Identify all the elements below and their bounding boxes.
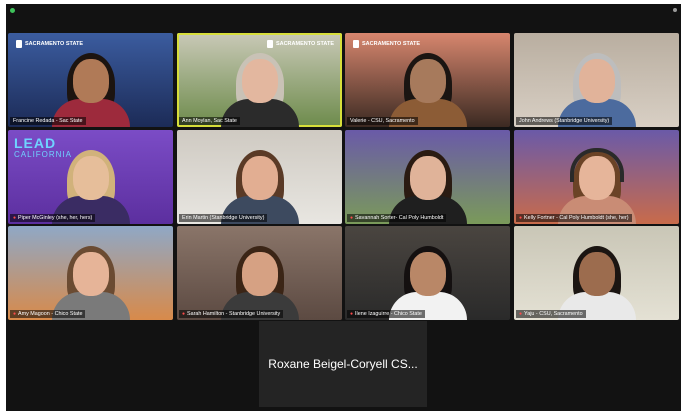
muted-mic-icon: ●	[13, 311, 17, 317]
participant-video	[220, 49, 300, 127]
participant-nameplate: John Andrews (Stanbridge University)	[516, 117, 613, 125]
face-shape	[409, 156, 446, 200]
participant-name: Sarah Hamilton - Stanbridge University	[187, 311, 281, 317]
virtual-background-logo: SACRAMENTO STATE	[16, 40, 83, 48]
participant-video	[388, 146, 468, 224]
face-shape	[241, 156, 278, 200]
participant-tile[interactable]: ● Savannah Sorter- Cal Poly Humboldt	[345, 130, 510, 224]
participant-name: Erin Martin (Stanbridge University)	[182, 215, 265, 221]
logo-text: SACRAMENTO STATE	[362, 41, 421, 47]
participant-name: Roxane Beigel-Coryell CS...	[268, 357, 418, 371]
face-shape	[409, 252, 446, 296]
participant-name: John Andrews (Stanbridge University)	[519, 118, 610, 124]
participant-video	[557, 146, 637, 224]
security-status-icon[interactable]	[10, 8, 15, 13]
participant-nameplate: ● Ilene Izaguirre - Chico State	[347, 310, 425, 318]
participant-video	[220, 146, 300, 224]
participant-name: Valerie - CSU, Sacramento	[350, 118, 415, 124]
participant-tile[interactable]: SACRAMENTO STATE Valerie - CSU, Sacrament…	[345, 33, 510, 127]
participant-tile[interactable]: LEAD CALIFORNIA ● Piper McGinley (she, her,…	[8, 130, 173, 224]
participant-name: Savannah Sorter- Cal Poly Humboldt	[355, 215, 444, 221]
participant-tile[interactable]: ● Ilene Izaguirre - Chico State	[345, 226, 510, 320]
participant-tile[interactable]: Erin Martin (Stanbridge University)	[177, 130, 342, 224]
logo-text: SACRAMENTO STATE	[25, 41, 84, 47]
face-shape	[72, 252, 109, 296]
muted-mic-icon: ●	[350, 311, 354, 317]
participant-tile[interactable]: SACRAMENTO STATE Ann Moylan, Sac State	[177, 33, 342, 127]
participant-video	[557, 49, 637, 127]
face-shape	[241, 252, 278, 296]
gallery-grid: SACRAMENTO STATE Francine Redada - Sac St…	[8, 33, 679, 321]
participant-nameplate: ● Sarah Hamilton - Stanbridge University	[179, 310, 284, 318]
face-shape	[72, 156, 109, 200]
participant-video	[557, 242, 637, 320]
virtual-background-logo: SACRAMENTO STATE	[266, 40, 334, 48]
hornet-logo-icon	[16, 40, 22, 48]
participant-tile[interactable]: John Andrews (Stanbridge University)	[514, 33, 679, 127]
muted-mic-icon: ●	[350, 215, 354, 221]
headphones-icon	[569, 148, 624, 182]
participant-tile[interactable]: ● Yaju - CSU, Sacramento	[514, 226, 679, 320]
participant-tile[interactable]: ● Amy Magoon - Chico State	[8, 226, 173, 320]
muted-mic-icon: ●	[13, 215, 17, 221]
participant-tile-name-only[interactable]: Roxane Beigel-Coryell CS...	[259, 321, 427, 407]
participant-name: Yaju - CSU, Sacramento	[524, 311, 583, 317]
muted-mic-icon: ●	[519, 215, 523, 221]
hornet-logo-icon	[353, 40, 359, 48]
muted-mic-icon: ●	[182, 311, 186, 317]
participant-video	[220, 242, 300, 320]
participant-nameplate: ● Kelly Fortner - Cal Poly Humboldt (she,…	[516, 214, 632, 222]
participant-nameplate: ● Savannah Sorter- Cal Poly Humboldt	[347, 214, 447, 222]
participant-nameplate: Francine Redada - Sac State	[10, 117, 86, 125]
participant-nameplate: Erin Martin (Stanbridge University)	[179, 214, 268, 222]
participant-nameplate: ● Piper McGinley (she, her, hers)	[10, 214, 96, 222]
participant-name: Ann Moylan, Sac State	[182, 118, 237, 124]
face-shape	[241, 59, 278, 103]
participant-nameplate: Ann Moylan, Sac State	[179, 117, 240, 125]
participant-video	[51, 146, 131, 224]
hornet-logo-icon	[266, 40, 273, 48]
participant-tile[interactable]: SACRAMENTO STATE Francine Redada - Sac St…	[8, 33, 173, 127]
participant-nameplate: ● Yaju - CSU, Sacramento	[516, 310, 586, 318]
face-shape	[578, 252, 615, 296]
view-options-icon[interactable]	[673, 8, 677, 12]
face-shape	[578, 59, 615, 103]
face-shape	[409, 59, 446, 103]
participant-name: Amy Magoon - Chico State	[18, 311, 83, 317]
logo-text: SACRAMENTO STATE	[275, 41, 334, 47]
participant-name: Francine Redada - Sac State	[13, 118, 83, 124]
muted-mic-icon: ●	[519, 311, 523, 317]
participant-nameplate: ● Amy Magoon - Chico State	[10, 310, 86, 318]
participant-name: Piper McGinley (she, her, hers)	[18, 215, 93, 221]
virtual-background-logo: SACRAMENTO STATE	[353, 40, 420, 48]
participant-name: Ilene Izaguirre - Chico State	[355, 311, 422, 317]
participant-video	[51, 49, 131, 127]
participant-tile[interactable]: ● Sarah Hamilton - Stanbridge University	[177, 226, 342, 320]
participant-video	[388, 49, 468, 127]
face-shape	[72, 59, 109, 103]
participant-video	[51, 242, 131, 320]
participant-nameplate: Valerie - CSU, Sacramento	[347, 117, 418, 125]
participant-name: Kelly Fortner - Cal Poly Humboldt (she, …	[524, 215, 629, 221]
participant-video	[388, 242, 468, 320]
participant-tile[interactable]: ● Kelly Fortner - Cal Poly Humboldt (she,…	[514, 130, 679, 224]
